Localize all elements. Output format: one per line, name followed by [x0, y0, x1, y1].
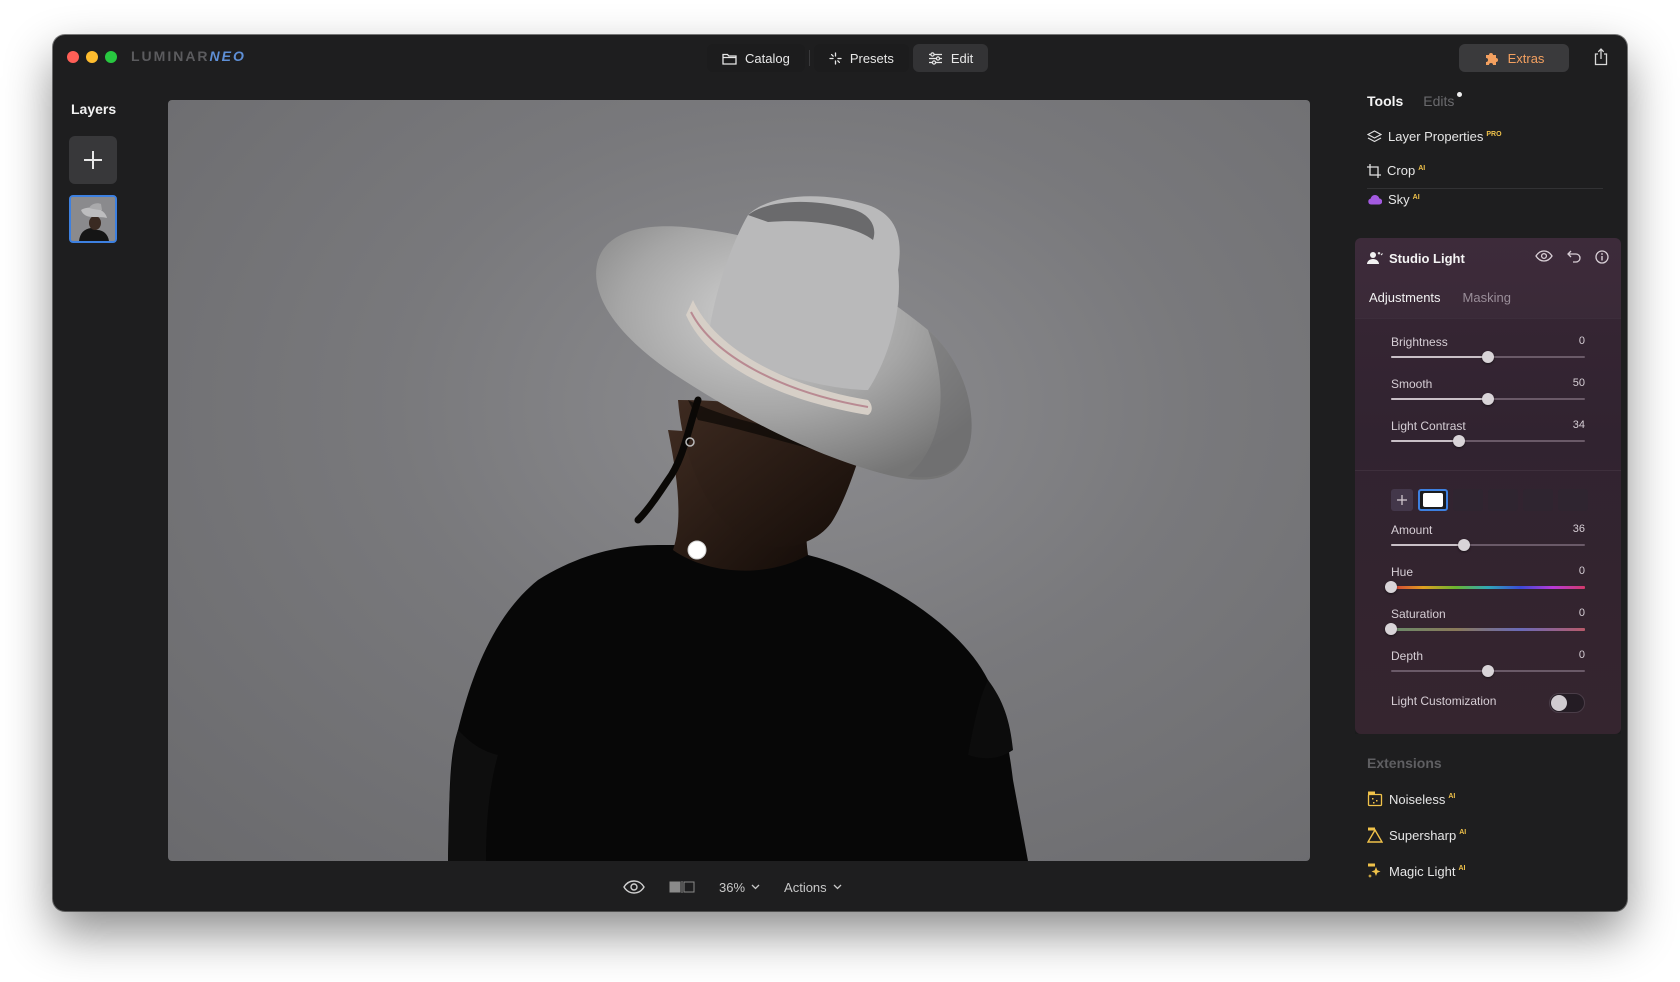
folder-icon: [722, 53, 737, 65]
saturation-slider[interactable]: Saturation 0: [1385, 607, 1585, 637]
white-light-swatch: [1423, 493, 1443, 507]
canvas-toolbar: 36% Actions: [623, 877, 842, 897]
light-swatch-selected[interactable]: [1418, 489, 1448, 511]
sparkle-icon: [829, 51, 842, 65]
slider-track: [1391, 351, 1585, 363]
slider-track: [1391, 393, 1585, 405]
studio-light-actions: [1535, 250, 1609, 264]
actions-dropdown[interactable]: Actions: [784, 880, 842, 895]
tab-edit[interactable]: Edit: [912, 44, 989, 72]
plus-icon: [1397, 495, 1407, 505]
window-controls: [67, 51, 117, 63]
slider-track: [1391, 665, 1585, 677]
light-swatch[interactable]: [1523, 489, 1553, 511]
sliders-icon: [928, 51, 942, 65]
depth-slider[interactable]: Depth 0: [1391, 649, 1585, 679]
tab-catalog[interactable]: Catalog: [707, 44, 805, 72]
slider-fill: [1391, 356, 1488, 358]
eye-icon: [623, 880, 645, 894]
tab-edits[interactable]: Edits: [1423, 92, 1463, 109]
slider-thumb[interactable]: [1482, 665, 1494, 677]
slider-fill: [1391, 544, 1464, 546]
layer-thumbnail-image: [71, 197, 115, 241]
info-icon[interactable]: [1595, 250, 1609, 264]
panel-divider: [1367, 188, 1603, 189]
light-customization-toggle[interactable]: [1549, 693, 1585, 713]
slider-thumb[interactable]: [1452, 435, 1465, 447]
light-customization-row: Light Customization: [1391, 693, 1585, 714]
studio-light-controls: Brightness 0 Smooth 50 Light Contrast 34: [1355, 318, 1621, 734]
cloud-icon: [1368, 195, 1382, 205]
minimize-window-button[interactable]: [86, 51, 98, 63]
slider-thumb[interactable]: [1385, 581, 1397, 593]
hue-track: [1385, 581, 1585, 593]
eye-icon[interactable]: [1535, 250, 1553, 262]
main-nav: Catalog Presets Edit: [707, 44, 989, 72]
studio-light-tabs: Adjustments Masking: [1369, 290, 1511, 305]
crop-icon: [1367, 163, 1381, 178]
tools-panel: Tools Edits Layer Properties PRO Crop AI S…: [1355, 35, 1627, 911]
toggle-knob: [1551, 695, 1567, 711]
tab-masking[interactable]: Masking: [1463, 290, 1511, 305]
layer-thumbnail[interactable]: [69, 195, 117, 243]
portrait-photo: [448, 196, 1028, 861]
plus-icon: [84, 151, 102, 169]
extensions-title: Extensions: [1367, 755, 1442, 771]
tool-layer-properties[interactable]: Layer Properties PRO: [1367, 129, 1502, 144]
slider-thumb[interactable]: [1482, 351, 1494, 363]
amount-slider[interactable]: Amount 36: [1391, 523, 1585, 553]
extension-supersharp[interactable]: Supersharp AI: [1367, 827, 1466, 843]
noiseless-icon: [1367, 791, 1383, 807]
add-light-button[interactable]: [1391, 489, 1413, 511]
light-swatch[interactable]: [1453, 489, 1483, 511]
photo-canvas[interactable]: [168, 100, 1310, 861]
extension-noiseless[interactable]: Noiseless AI: [1367, 791, 1455, 807]
brightness-slider[interactable]: Brightness 0: [1391, 335, 1585, 365]
chevron-down-icon: [751, 884, 760, 890]
undo-icon[interactable]: [1567, 250, 1581, 263]
split-view-icon: [669, 881, 695, 893]
light-swatches: [1391, 489, 1588, 511]
tool-crop[interactable]: Crop AI: [1367, 163, 1425, 178]
layers-icon: [1367, 129, 1382, 142]
preview-toggle[interactable]: [623, 880, 645, 894]
slider-fill: [1391, 398, 1488, 400]
app-window: LUMINARNEO Catalog Presets Edit Extras L…: [53, 35, 1627, 911]
studio-light-panel: Studio Light Adjustments Masking Brightn…: [1355, 238, 1621, 734]
slider-thumb[interactable]: [1457, 539, 1470, 551]
hue-slider[interactable]: Hue 0: [1385, 565, 1585, 595]
controls-divider: [1355, 470, 1621, 471]
smooth-slider[interactable]: Smooth 50: [1391, 377, 1585, 407]
add-layer-button[interactable]: [69, 136, 117, 184]
extension-magic-light[interactable]: Magic Light AI: [1367, 863, 1465, 879]
tab-presets[interactable]: Presets: [813, 44, 909, 72]
tool-sky[interactable]: Sky AI: [1367, 192, 1420, 207]
light-swatch[interactable]: [1558, 489, 1588, 511]
zoom-dropdown[interactable]: 36%: [719, 880, 760, 895]
slider-thumb[interactable]: [1482, 393, 1494, 405]
supersharp-icon: [1367, 827, 1383, 843]
layers-title: Layers: [71, 101, 117, 117]
portrait-light-icon: [1367, 252, 1383, 264]
compare-toggle[interactable]: [669, 881, 695, 893]
slider-track: [1391, 539, 1585, 551]
slider-fill: [1391, 440, 1459, 442]
light-swatch[interactable]: [1488, 489, 1518, 511]
tab-tools[interactable]: Tools: [1367, 93, 1403, 109]
slider-track: [1391, 435, 1585, 447]
edits-indicator-dot: [1457, 92, 1463, 97]
app-logo: LUMINARNEO: [131, 48, 246, 64]
panel-tabs: Tools Edits: [1367, 92, 1463, 109]
nav-divider: [808, 50, 810, 66]
magic-light-icon: [1368, 863, 1381, 878]
zoom-window-button[interactable]: [105, 51, 117, 63]
slider-thumb[interactable]: [1385, 623, 1397, 635]
saturation-track: [1385, 623, 1585, 635]
chevron-down-icon: [833, 884, 842, 890]
tab-adjustments[interactable]: Adjustments: [1369, 290, 1441, 305]
light-contrast-slider[interactable]: Light Contrast 34: [1391, 419, 1585, 449]
close-window-button[interactable]: [67, 51, 79, 63]
